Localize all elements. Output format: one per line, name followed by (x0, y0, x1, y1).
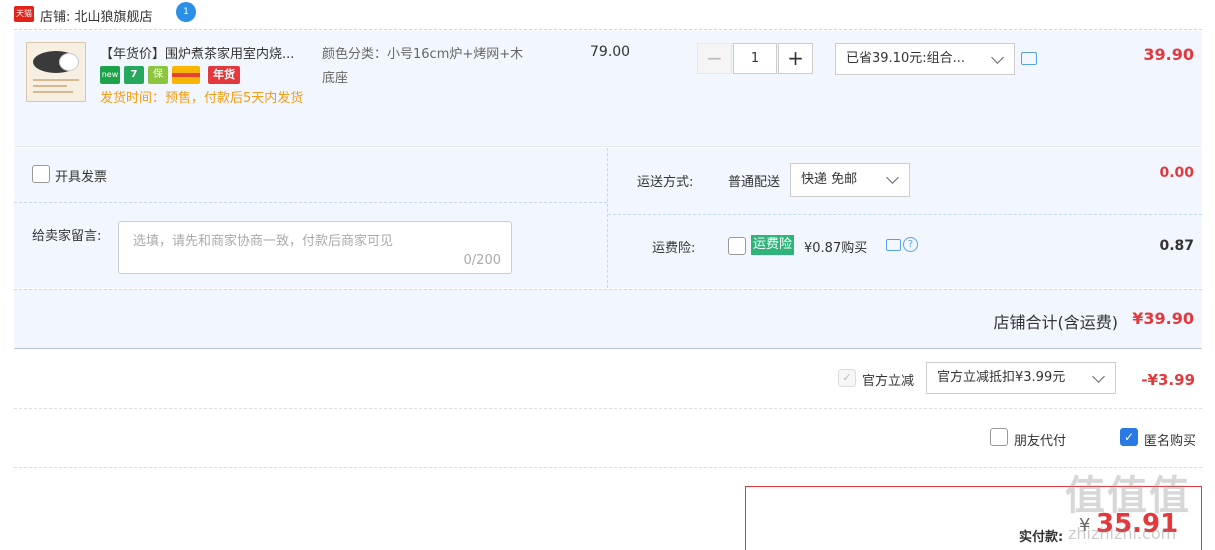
shop-total-value: ¥39.90 (1132, 309, 1194, 328)
tag-guarantee-icon: 保 (148, 66, 168, 84)
actual-payment-label: 实付款: (1019, 530, 1064, 545)
chevron-down-icon (991, 51, 1004, 64)
anonymous-purchase-checkbox[interactable]: ✓ (1120, 428, 1138, 446)
shop-total-label: 店铺合计(含运费) (993, 313, 1119, 332)
official-discount-select-value: 官方立减抵扣¥3.99元 (937, 370, 1066, 385)
insurance-label: 运费险: (652, 241, 696, 256)
divider (14, 467, 1202, 468)
divider (608, 214, 1202, 215)
tag-card-icon (172, 66, 200, 84)
insurance-badge: 运费险 (751, 235, 795, 255)
thumbnail-plate-shape (59, 53, 79, 71)
thumbnail-text-line (33, 91, 73, 93)
shop-name-link[interactable]: 店铺: 北山狼旗舰店 (40, 6, 153, 25)
product-spec: 颜色分类：小号16cm炉+烤网+木底座 (322, 47, 524, 86)
watermark-logo: 值值值 (1065, 473, 1191, 519)
invoice-checkbox[interactable] (32, 165, 50, 183)
shipping-select-value: 快递 免邮 (801, 172, 858, 187)
divider (14, 202, 607, 203)
message-label: 给卖家留言: (32, 229, 102, 244)
shipping-select[interactable]: 快递 免邮 (790, 163, 910, 197)
official-discount-select[interactable]: 官方立减抵扣¥3.99元 (926, 362, 1116, 394)
item-subtotal: 39.90 (1143, 45, 1194, 64)
insurance-fee: 0.87 (1159, 238, 1194, 254)
tmall-icon: 天猫 (14, 6, 34, 22)
promotion-select-value: 已省39.10元:组合... (846, 51, 965, 66)
order-item-row: 【年货价】围炉煮茶家用室内烧... new 7 保 年货 发货时间：预售，付款后… (14, 31, 1202, 147)
shipping-method-label: 运送方式: (637, 175, 694, 190)
invoice-label[interactable]: 开具发票 (55, 166, 107, 185)
promotion-select[interactable]: 已省39.10元:组合... (835, 43, 1015, 75)
shipping-time-text: 发货时间：预售，付款后5天内发货 (100, 91, 304, 106)
shop-header: 天猫 店铺: 北山狼旗舰店 1 (14, 0, 1202, 30)
chat-icon[interactable]: 1 (176, 2, 196, 22)
promotion-info-icon[interactable] (1021, 52, 1037, 65)
quantity-increase-button[interactable]: + (778, 43, 813, 74)
friend-pay-label[interactable]: 朋友代付 (1014, 430, 1066, 449)
tag-7day-return-icon: 7 (124, 66, 144, 84)
order-options: 开具发票 给卖家留言: 选填，请先和商家协商一致，付款后商家可见 0/200 运… (14, 148, 1202, 288)
watermark-url: zhizhizhi.com (1068, 524, 1177, 543)
product-thumbnail[interactable] (26, 42, 86, 102)
message-placeholder: 选填，请先和商家协商一致，付款后商家可见 (133, 234, 394, 249)
thumbnail-text-line (33, 85, 67, 87)
thumbnail-text-line (33, 79, 79, 81)
message-char-count: 0/200 (463, 253, 501, 268)
unit-price: 79.00 (590, 44, 631, 60)
product-title-link[interactable]: 【年货价】围炉煮茶家用室内烧... (100, 43, 315, 62)
divider (607, 148, 608, 288)
official-discount-label: 官方立减 (862, 374, 915, 389)
official-discount-value: -¥3.99 (1141, 371, 1195, 389)
chevron-down-icon (1092, 370, 1105, 383)
help-icon[interactable]: ? (903, 237, 918, 252)
shipping-type: 普通配送 (728, 175, 781, 190)
official-discount-checkbox: ✓ (838, 369, 856, 387)
shipping-fee: 0.00 (1159, 165, 1194, 181)
chevron-down-icon (886, 171, 899, 184)
insurance-price[interactable]: ¥0.87购买 (804, 237, 867, 256)
anonymous-purchase-label[interactable]: 匿名购买 (1144, 430, 1196, 449)
tag-new-icon: new (100, 66, 120, 84)
divider (14, 408, 1202, 409)
insurance-info-icon[interactable] (886, 239, 901, 251)
quantity-input[interactable]: 1 (733, 43, 777, 74)
quantity-decrease-button[interactable]: − (697, 43, 732, 74)
insurance-checkbox[interactable] (728, 237, 746, 255)
friend-pay-checkbox[interactable] (990, 428, 1008, 446)
seller-message-textarea[interactable]: 选填，请先和商家协商一致，付款后商家可见 0/200 (118, 221, 512, 274)
shop-total-bar: 店铺合计(含运费) ¥39.90 (14, 289, 1202, 349)
tag-new-year-goods: 年货 (208, 66, 240, 84)
